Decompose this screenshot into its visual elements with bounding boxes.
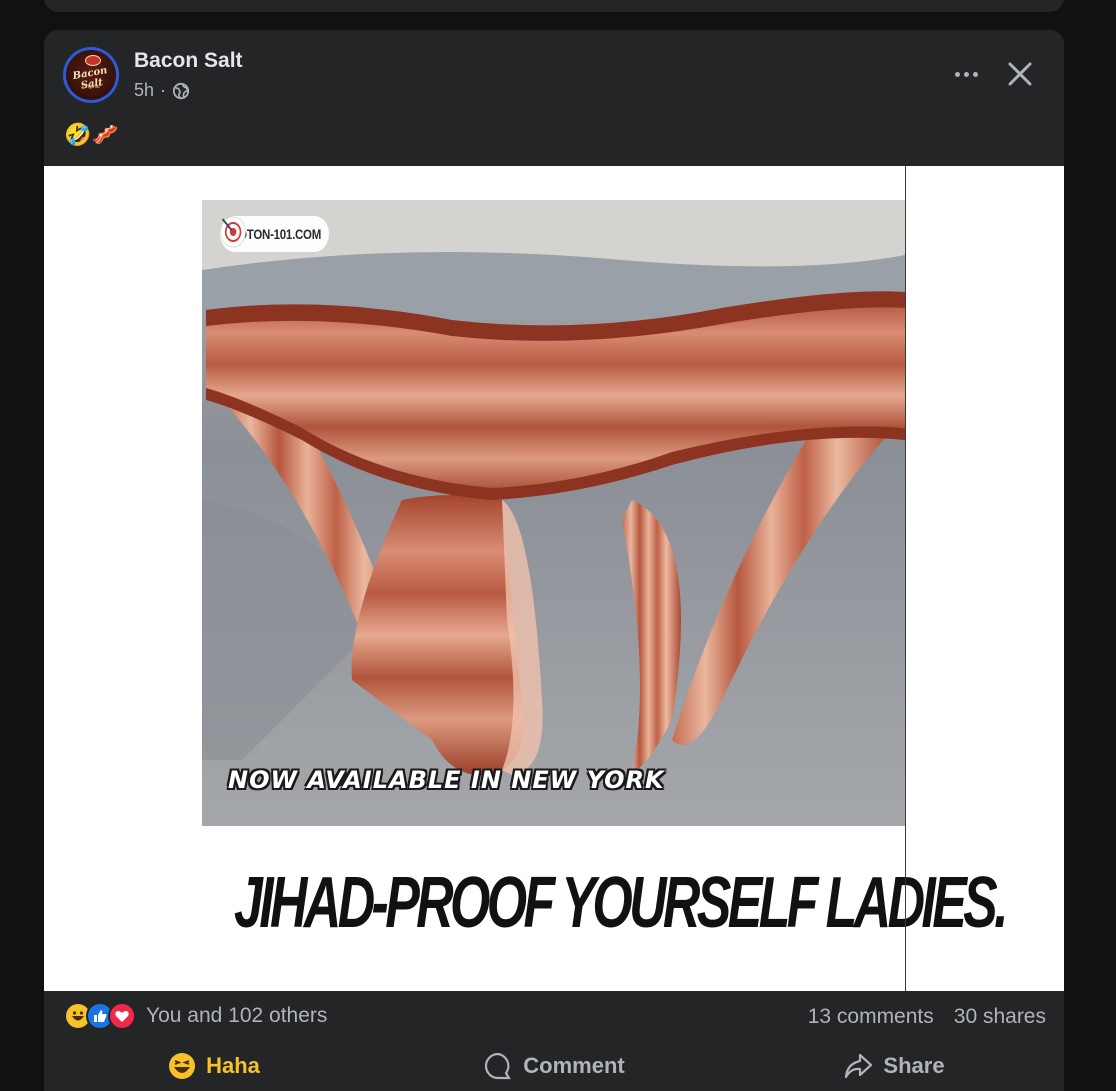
post-meta: 5h · xyxy=(134,80,190,101)
haha-icon xyxy=(169,1053,196,1079)
image-divider xyxy=(905,166,906,991)
share-button[interactable]: Share xyxy=(724,1041,1064,1091)
page-avatar[interactable]: Bacon Salt Original xyxy=(63,47,119,103)
comment-icon xyxy=(485,1052,512,1080)
action-bar: Haha Comment Share xyxy=(44,1041,1064,1091)
previous-post-card xyxy=(44,0,1064,12)
logo-cap-icon xyxy=(85,55,101,66)
post-caption: 🤣🥓 xyxy=(64,122,119,147)
post-header: Bacon Salt Original Bacon Salt 5h · 🤣🥓 xyxy=(44,30,1064,166)
comments-count[interactable]: 13 comments xyxy=(808,1005,934,1029)
meme-headline: JIHAD-PROOF YOURSELF LADIES. xyxy=(234,863,1009,943)
comment-label: Comment xyxy=(523,1053,625,1078)
logo-subtext: Original xyxy=(82,84,100,90)
comment-button[interactable]: Comment xyxy=(384,1041,724,1091)
globe-icon xyxy=(172,82,190,99)
page-name[interactable]: Bacon Salt xyxy=(134,49,243,73)
meta-separator: · xyxy=(160,80,167,100)
close-icon[interactable] xyxy=(1002,56,1038,92)
reactions-summary[interactable]: You and 102 others xyxy=(64,1002,327,1030)
more-options-button[interactable] xyxy=(946,60,986,88)
haha-label: Haha xyxy=(206,1053,260,1078)
share-icon xyxy=(845,1053,873,1079)
watermark-badge: SPOTON-101.COM xyxy=(220,216,330,252)
post-image[interactable]: SPOTON-101.COM NOW AVAILABLE IN NEW YORK… xyxy=(44,166,1064,991)
reactors-count[interactable]: You and 102 others xyxy=(146,1004,327,1028)
share-label: Share xyxy=(883,1053,945,1078)
overlay-text: NOW AVAILABLE IN NEW YORK xyxy=(228,766,665,794)
post-stats: You and 102 others 13 comments 30 shares xyxy=(44,991,1064,1041)
bacon-underwear-photo: SPOTON-101.COM NOW AVAILABLE IN NEW YORK xyxy=(202,200,905,826)
dot-icon xyxy=(972,71,978,77)
target-icon xyxy=(220,216,246,248)
engagement-counts: 13 comments 30 shares xyxy=(808,1005,1046,1029)
dot-icon xyxy=(963,71,969,77)
bacon-salt-logo: Bacon Salt Original xyxy=(66,50,116,100)
bacon-illustration xyxy=(202,200,905,776)
post-card: Bacon Salt Original Bacon Salt 5h · 🤣🥓 S… xyxy=(44,30,1064,1091)
post-time[interactable]: 5h xyxy=(134,80,154,101)
haha-button[interactable]: Haha xyxy=(44,1041,384,1091)
dot-icon xyxy=(954,71,960,77)
shares-count[interactable]: 30 shares xyxy=(954,1005,1046,1029)
love-reaction-icon xyxy=(108,1002,136,1030)
